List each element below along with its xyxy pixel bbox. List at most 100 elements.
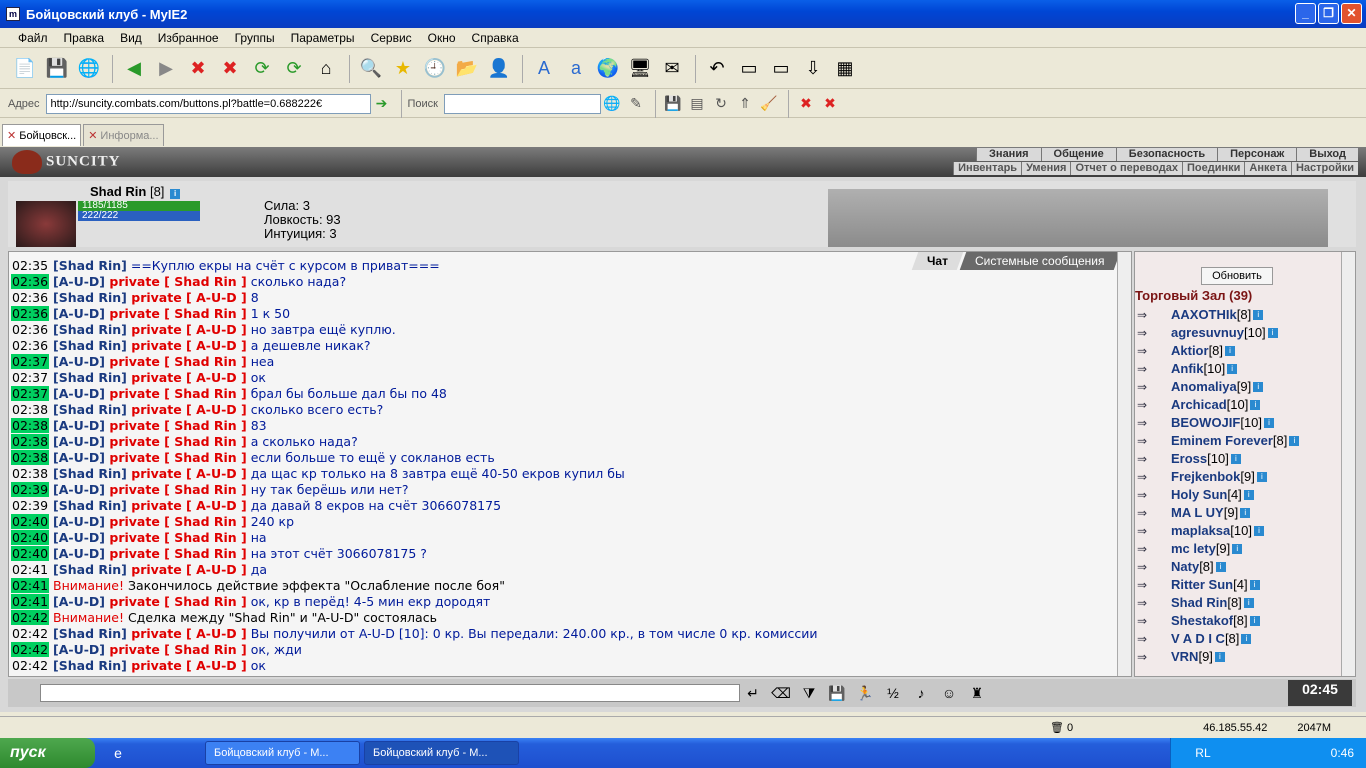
private-arrow-icon[interactable]: ⇒ bbox=[1137, 468, 1159, 486]
info-icon[interactable]: i bbox=[1253, 382, 1264, 392]
menu-tools[interactable]: Сервис bbox=[363, 31, 420, 45]
info-icon[interactable]: i bbox=[1225, 346, 1236, 356]
taskbar-item-active[interactable]: Бойцовский клуб - M... bbox=[364, 741, 519, 765]
sender-name[interactable]: [Shad Rin] bbox=[53, 626, 127, 641]
search-input[interactable] bbox=[443, 93, 601, 114]
private-arrow-icon[interactable]: ⇒ bbox=[1137, 360, 1159, 378]
user-row[interactable]: ⇒ Anfik [10] i bbox=[1137, 360, 1341, 378]
user-name[interactable]: Holy Sun bbox=[1171, 486, 1227, 504]
info-icon[interactable]: i bbox=[1243, 598, 1254, 608]
user-name[interactable]: Shad Rin bbox=[1171, 594, 1227, 612]
refresh-button[interactable]: Обновить bbox=[1201, 267, 1273, 285]
history-icon[interactable]: 🕘 bbox=[420, 54, 450, 84]
info-icon[interactable]: i bbox=[1250, 400, 1261, 410]
sender-name[interactable]: [A-U-D] bbox=[53, 450, 105, 465]
reload-icon[interactable]: ↻ bbox=[710, 89, 732, 119]
close-all-icon[interactable]: ✖ bbox=[819, 89, 841, 119]
sender-name[interactable]: [Shad Rin] bbox=[53, 658, 127, 673]
sender-name[interactable]: [A-U-D] bbox=[53, 546, 105, 561]
new-icon[interactable]: 📄 bbox=[10, 54, 40, 84]
chat-scrollbar[interactable] bbox=[1117, 252, 1131, 676]
nav-inventory[interactable]: Инвентарь bbox=[953, 162, 1021, 175]
folder-icon[interactable]: 📂 bbox=[452, 54, 482, 84]
private-recipient[interactable]: private [ A-U-D ] bbox=[127, 498, 247, 513]
private-arrow-icon[interactable]: ⇒ bbox=[1137, 450, 1159, 468]
private-arrow-icon[interactable]: ⇒ bbox=[1137, 414, 1159, 432]
sender-name[interactable]: [A-U-D] bbox=[53, 386, 105, 401]
private-arrow-icon[interactable]: ⇒ bbox=[1137, 612, 1159, 630]
start-button[interactable]: пуск bbox=[0, 738, 95, 768]
user-row[interactable]: ⇒ Holy Sun [4] i bbox=[1137, 486, 1341, 504]
nav-communication[interactable]: Общение bbox=[1040, 148, 1116, 161]
user-name[interactable]: Eminem Forever bbox=[1171, 432, 1273, 450]
save-page-icon[interactable]: 💾 bbox=[662, 89, 684, 119]
info-icon[interactable]: i bbox=[1253, 310, 1264, 320]
user-row[interactable]: ⇒ Shestakof [8] i bbox=[1137, 612, 1341, 630]
private-recipient[interactable]: private [ Shad Rin ] bbox=[105, 418, 246, 433]
go-icon[interactable]: ➔ bbox=[371, 89, 393, 119]
sender-name[interactable]: [A-U-D] bbox=[53, 418, 105, 433]
user-icon[interactable]: 👤 bbox=[484, 54, 514, 84]
user-row[interactable]: ⇒ Eminem Forever [8] i bbox=[1137, 432, 1341, 450]
sender-name[interactable]: [Shad Rin] bbox=[53, 290, 127, 305]
favorites-icon[interactable]: ★ bbox=[388, 54, 418, 84]
private-recipient[interactable]: private [ A-U-D ] bbox=[127, 466, 247, 481]
back-icon[interactable]: ◀ bbox=[119, 54, 149, 84]
private-arrow-icon[interactable]: ⇒ bbox=[1137, 342, 1159, 360]
sender-name[interactable]: [A-U-D] bbox=[53, 482, 105, 497]
save-web-icon[interactable]: 🌐 bbox=[74, 54, 104, 84]
user-row[interactable]: ⇒ V A D I C [8] i bbox=[1137, 630, 1341, 648]
user-name[interactable]: Anomaliya bbox=[1171, 378, 1237, 396]
info-icon[interactable]: i bbox=[1215, 562, 1226, 572]
location-map[interactable] bbox=[828, 189, 1328, 247]
user-name[interactable]: Ritter Sun bbox=[1171, 576, 1233, 594]
info-icon[interactable]: i bbox=[1256, 472, 1267, 482]
info-icon[interactable]: i bbox=[1249, 580, 1260, 590]
nav-security[interactable]: Безопасность bbox=[1115, 148, 1217, 161]
sender-name[interactable]: [A-U-D] bbox=[53, 434, 105, 449]
user-name[interactable]: mc lety bbox=[1171, 540, 1216, 558]
nav-transfers[interactable]: Отчет о переводах bbox=[1070, 162, 1182, 175]
user-row[interactable]: ⇒ maplaksa [10] i bbox=[1137, 522, 1341, 540]
menu-file[interactable]: Файл bbox=[10, 31, 56, 45]
private-arrow-icon[interactable]: ⇒ bbox=[1137, 324, 1159, 342]
globe-icon[interactable]: 🌍 bbox=[593, 54, 623, 84]
save-log-icon[interactable]: 💾 bbox=[824, 678, 850, 708]
private-recipient[interactable]: private [ Shad Rin ] bbox=[105, 482, 246, 497]
private-recipient[interactable]: private [ Shad Rin ] bbox=[105, 434, 246, 449]
user-row[interactable]: ⇒ VRN [9] i bbox=[1137, 648, 1341, 666]
private-recipient[interactable]: private [ A-U-D ] bbox=[127, 338, 247, 353]
private-recipient[interactable]: private [ Shad Rin ] bbox=[105, 594, 246, 609]
user-row[interactable]: ⇒ Naty [8] i bbox=[1137, 558, 1341, 576]
stop-all-icon[interactable]: ✖ bbox=[215, 54, 245, 84]
sender-name[interactable]: [A-U-D] bbox=[53, 594, 105, 609]
private-arrow-icon[interactable]: ⇒ bbox=[1137, 486, 1159, 504]
info-icon[interactable]: i bbox=[170, 189, 181, 199]
private-arrow-icon[interactable]: ⇒ bbox=[1137, 594, 1159, 612]
private-arrow-icon[interactable]: ⇒ bbox=[1137, 396, 1159, 414]
info-icon[interactable]: i bbox=[1232, 544, 1243, 554]
sender-name[interactable]: [A-U-D] bbox=[53, 514, 105, 529]
private-arrow-icon[interactable]: ⇒ bbox=[1137, 522, 1159, 540]
grid-icon[interactable]: ▦ bbox=[830, 54, 860, 84]
user-name[interactable]: agresuvnuy bbox=[1171, 324, 1244, 342]
filter-icon[interactable]: ⧩ bbox=[796, 678, 822, 708]
private-arrow-icon[interactable]: ⇒ bbox=[1137, 378, 1159, 396]
download-icon[interactable]: ⇩ bbox=[798, 54, 828, 84]
private-recipient[interactable]: private [ Shad Rin ] bbox=[105, 354, 246, 369]
minimize-button[interactable]: _ bbox=[1295, 3, 1316, 24]
address-input[interactable]: http://suncity.combats.com/buttons.pl?ba… bbox=[45, 93, 371, 114]
sender-name[interactable]: [A-U-D] bbox=[53, 642, 105, 657]
user-row[interactable]: ⇒ BEOWOJIF [10] i bbox=[1137, 414, 1341, 432]
taskbar-item[interactable]: Бойцовский клуб - M... bbox=[205, 741, 360, 765]
sender-name[interactable]: [A-U-D] bbox=[53, 274, 105, 289]
user-name[interactable]: Eross bbox=[1171, 450, 1207, 468]
private-recipient[interactable]: private [ Shad Rin ] bbox=[105, 530, 246, 545]
home-icon[interactable]: ⌂ bbox=[311, 54, 341, 84]
private-recipient[interactable]: private [ Shad Rin ] bbox=[105, 274, 246, 289]
window-max-icon[interactable]: ▭ bbox=[766, 54, 796, 84]
info-icon[interactable]: i bbox=[1264, 418, 1275, 428]
sender-name[interactable]: [Shad Rin] bbox=[53, 402, 127, 417]
user-row[interactable]: ⇒ Eross [10] i bbox=[1137, 450, 1341, 468]
user-name[interactable]: maplaksa bbox=[1171, 522, 1230, 540]
